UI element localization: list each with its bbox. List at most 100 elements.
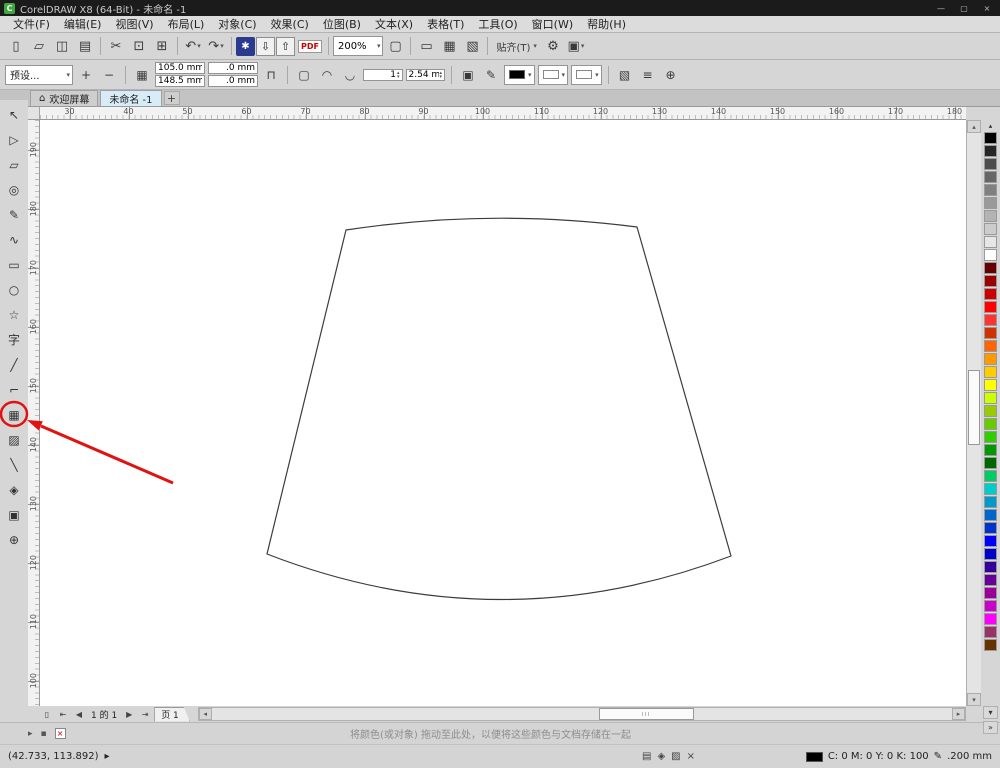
vertical-scrollbar-thumb[interactable]: [968, 370, 980, 445]
horizontal-scrollbar-thumb[interactable]: [598, 708, 694, 720]
export-button[interactable]: ⇧: [276, 36, 295, 56]
color-swatch[interactable]: [984, 301, 997, 313]
zoom-level-combo[interactable]: ▾: [332, 36, 384, 56]
cut-button[interactable]: ✂: [105, 35, 127, 57]
options-button[interactable]: ⚙: [542, 35, 564, 57]
menu-item[interactable]: 文本(X): [368, 16, 420, 32]
color-swatch[interactable]: [984, 145, 997, 157]
next-page-button[interactable]: ▶: [122, 707, 136, 721]
outline-color-dropdown[interactable]: ▾: [504, 64, 535, 85]
color-swatch[interactable]: [984, 392, 997, 404]
print-button[interactable]: ▤: [74, 35, 96, 57]
previous-page-button[interactable]: ◀: [72, 707, 86, 721]
shape-tool[interactable]: ▷: [2, 127, 26, 152]
new-document-button[interactable]: ▯: [5, 35, 27, 57]
coords-expand-icon[interactable]: ▸: [105, 751, 110, 762]
spinner-icon[interactable]: ▴ ▾: [397, 70, 400, 79]
color-swatch[interactable]: [984, 405, 997, 417]
palette-scroll-up-arrow[interactable]: ▴: [981, 120, 1000, 132]
rectangle-tool[interactable]: ▭: [2, 252, 26, 277]
fill-color-dropdown[interactable]: ▾: [537, 64, 569, 85]
outline-pen-button[interactable]: ✎: [481, 65, 501, 85]
color-swatch[interactable]: [984, 327, 997, 339]
lock-ratio-button[interactable]: ⊓: [261, 65, 281, 85]
ellipse-tool[interactable]: ○: [2, 277, 26, 302]
scroll-left-arrow[interactable]: ◂: [198, 708, 212, 720]
color-swatch[interactable]: [984, 548, 997, 560]
application-launcher-dropdown[interactable]: ▣ ▾: [565, 35, 587, 57]
size-width-field[interactable]: [208, 62, 258, 74]
text-frame-button[interactable]: ▣: [458, 65, 478, 85]
customize-toolbox-button[interactable]: ⊕: [2, 527, 26, 552]
minimize-button[interactable]: —: [932, 2, 950, 15]
menu-item[interactable]: 编辑(E): [57, 16, 109, 32]
color-swatch[interactable]: [984, 522, 997, 534]
tab-document-untitled[interactable]: 未命名 -1: [100, 90, 162, 106]
spinner-icon[interactable]: ▴ ▾: [440, 70, 443, 79]
snap-to-dropdown[interactable]: 贴齐(T) ▾: [492, 35, 540, 57]
color-swatch[interactable]: [984, 457, 997, 469]
tab-welcome-screen[interactable]: ⌂ 欢迎屏幕: [30, 90, 99, 106]
page-tab[interactable]: 页 1: [154, 707, 190, 722]
position-y-field[interactable]: [155, 75, 205, 87]
zoom-tool[interactable]: ◎: [2, 177, 26, 202]
size-height-field[interactable]: [208, 75, 258, 87]
scale-field[interactable]: ▴▾: [363, 68, 403, 81]
new-document-tab-button[interactable]: +: [163, 91, 180, 105]
remove-preset-button[interactable]: −: [99, 65, 119, 85]
color-swatch[interactable]: [984, 496, 997, 508]
color-swatch[interactable]: [984, 431, 997, 443]
import-button[interactable]: ⇩: [256, 36, 275, 56]
color-eyedropper-tool[interactable]: ╲: [2, 452, 26, 477]
menu-item[interactable]: 位图(B): [316, 16, 368, 32]
color-swatch[interactable]: [984, 184, 997, 196]
position-x-input[interactable]: [158, 63, 202, 73]
close-button[interactable]: ×: [978, 2, 996, 15]
menu-item[interactable]: 表格(T): [420, 16, 471, 32]
horizontal-ruler[interactable]: 30 40 50 60 70 80 90 100 110 120 130 140…: [40, 107, 966, 120]
chevron-down-icon[interactable]: ▾: [377, 42, 381, 50]
size-height-input[interactable]: [211, 76, 255, 86]
preset-dropdown[interactable]: 预设... ▾: [5, 64, 73, 85]
color-swatch[interactable]: [984, 509, 997, 521]
color-swatch[interactable]: [984, 587, 997, 599]
no-color-well[interactable]: ×: [54, 728, 66, 739]
expand-arrow-icon[interactable]: ▸: [28, 729, 33, 739]
corner-radius-field[interactable]: ▴▾: [405, 68, 446, 81]
lampshade-shape[interactable]: [266, 217, 732, 601]
document-palette-icon[interactable]: ▤: [642, 751, 651, 762]
freehand-tool[interactable]: ✎: [2, 202, 26, 227]
color-swatch[interactable]: [984, 275, 997, 287]
color-swatch[interactable]: [984, 626, 997, 638]
color-swatch[interactable]: [984, 197, 997, 209]
color-swatch[interactable]: [984, 262, 997, 274]
redo-button[interactable]: ↷ ▾: [205, 35, 227, 57]
color-swatch[interactable]: [984, 288, 997, 300]
copy-button[interactable]: ⊡: [128, 35, 150, 57]
corner-radius-input[interactable]: [408, 69, 439, 80]
save-button[interactable]: ◫: [51, 35, 73, 57]
pick-tool[interactable]: ↖: [2, 102, 26, 127]
search-content-button[interactable]: ✱: [236, 36, 255, 56]
scale-input[interactable]: [366, 69, 396, 80]
color-swatch[interactable]: [984, 132, 997, 144]
corner-square-button[interactable]: ▢: [294, 65, 314, 85]
add-preset-button[interactable]: +: [76, 65, 96, 85]
menu-item[interactable]: 文件(F): [6, 16, 57, 32]
paste-button[interactable]: ⊞: [151, 35, 173, 57]
color-swatch[interactable]: [984, 574, 997, 586]
color-swatch[interactable]: [984, 236, 997, 248]
menu-item[interactable]: 窗口(W): [525, 16, 580, 32]
menu-item[interactable]: 效果(C): [264, 16, 316, 32]
color-swatch[interactable]: [984, 639, 997, 651]
drawing-canvas[interactable]: [40, 120, 966, 706]
color-swatch[interactable]: [984, 535, 997, 547]
undo-button[interactable]: ↶ ▾: [182, 35, 204, 57]
transparency-tool[interactable]: ▨: [2, 427, 26, 452]
mesh-fill-tool[interactable]: ▦: [2, 402, 26, 427]
color-swatch[interactable]: [984, 483, 997, 495]
color-swatch[interactable]: [984, 444, 997, 456]
menu-item[interactable]: 帮助(H): [580, 16, 633, 32]
scroll-down-arrow[interactable]: ▾: [967, 693, 981, 706]
text-tool[interactable]: 字: [2, 327, 26, 352]
